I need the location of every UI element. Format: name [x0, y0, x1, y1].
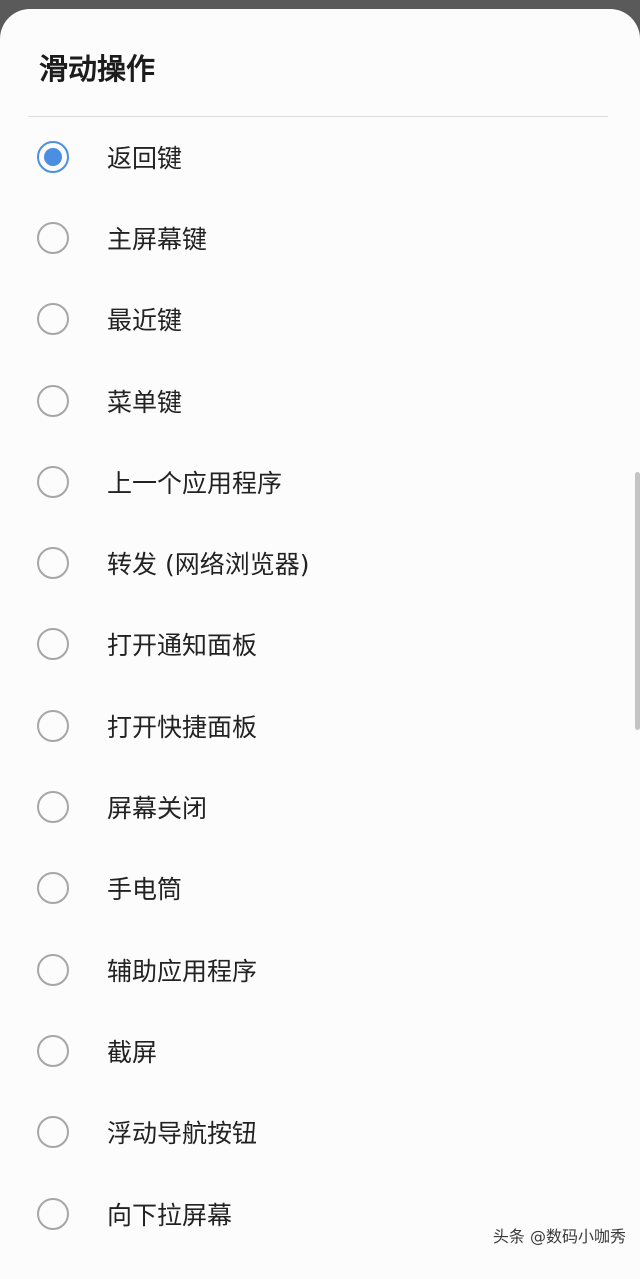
option-menu-key[interactable]: 菜单键 [0, 360, 630, 441]
option-label: 最近键 [107, 306, 183, 336]
option-flashlight[interactable]: 手电筒 [0, 848, 630, 929]
option-label: 辅助应用程序 [107, 956, 258, 986]
option-label: 上一个应用程序 [107, 468, 283, 498]
option-screen-off[interactable]: 屏幕关闭 [0, 766, 630, 847]
radio-button[interactable] [37, 221, 69, 254]
option-browser-forward[interactable]: 转发 (网络浏览器) [0, 522, 630, 603]
watermark: 头条 @数码小咖秀 [492, 1227, 626, 1246]
radio-button[interactable] [37, 384, 69, 417]
radio-button[interactable] [37, 1034, 69, 1067]
dialog-title: 滑动操作 [39, 52, 156, 86]
radio-button[interactable] [37, 791, 69, 824]
option-label: 手电筒 [107, 875, 183, 905]
option-label: 截屏 [107, 1037, 158, 1067]
radio-button[interactable] [37, 872, 69, 905]
option-home-key[interactable]: 主屏幕键 [0, 197, 630, 278]
option-floating-nav-button[interactable]: 浮动导航按钮 [0, 1092, 630, 1173]
option-quick-panel[interactable]: 打开快捷面板 [0, 685, 630, 766]
option-screenshot[interactable]: 截屏 [0, 1010, 630, 1091]
swipe-action-dialog: 滑动操作 返回键 主屏幕键 最近键 菜单键 上一个应用程序 转发 (网络浏览器) [0, 9, 640, 1279]
scrollbar[interactable] [635, 472, 640, 730]
radio-button[interactable] [37, 953, 69, 986]
radio-button-selected[interactable] [37, 140, 69, 173]
radio-button[interactable] [37, 1197, 69, 1230]
option-label: 向下拉屏幕 [107, 1200, 233, 1230]
option-notification-panel[interactable]: 打开通知面板 [0, 604, 630, 685]
radio-button[interactable] [37, 628, 69, 661]
option-label: 主屏幕键 [107, 224, 208, 254]
radio-button[interactable] [37, 1116, 69, 1149]
option-label: 打开快捷面板 [107, 712, 258, 742]
option-label: 打开通知面板 [107, 631, 258, 661]
radio-button[interactable] [37, 547, 69, 580]
option-recents-key[interactable]: 最近键 [0, 279, 630, 360]
option-previous-app[interactable]: 上一个应用程序 [0, 441, 630, 522]
option-back-key[interactable]: 返回键 [0, 116, 630, 197]
option-label: 屏幕关闭 [107, 794, 208, 824]
option-label: 菜单键 [107, 387, 183, 417]
option-assistant-app[interactable]: 辅助应用程序 [0, 929, 630, 1010]
option-label: 浮动导航按钮 [107, 1119, 258, 1149]
radio-button[interactable] [37, 709, 69, 742]
option-list: 返回键 主屏幕键 最近键 菜单键 上一个应用程序 转发 (网络浏览器) 打开通知… [0, 116, 640, 1254]
option-label: 转发 (网络浏览器) [107, 550, 310, 580]
radio-button[interactable] [37, 303, 69, 336]
radio-button[interactable] [37, 465, 69, 498]
option-label: 返回键 [107, 143, 183, 173]
